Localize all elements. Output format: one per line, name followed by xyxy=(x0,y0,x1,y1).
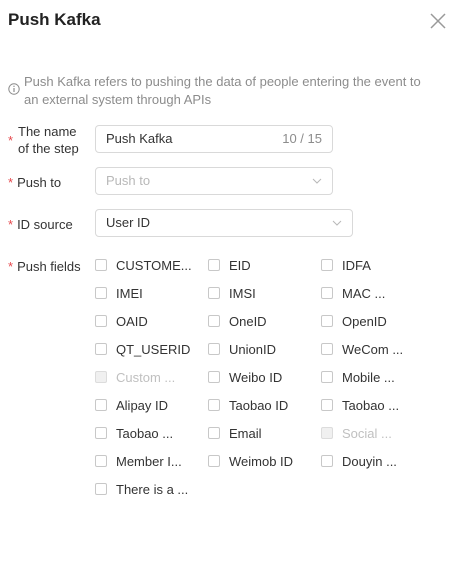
chevron-down-icon xyxy=(332,220,342,226)
checkbox-label: EID xyxy=(229,258,251,273)
id-source-select[interactable]: User ID xyxy=(95,209,353,237)
checkbox-label: OAID xyxy=(116,314,148,329)
checkbox-box[interactable] xyxy=(95,315,107,327)
checkbox-box[interactable] xyxy=(321,371,333,383)
close-icon[interactable] xyxy=(427,10,449,32)
checkbox-box[interactable] xyxy=(208,399,220,411)
checkbox-box[interactable] xyxy=(95,287,107,299)
info-text: Push Kafka refers to pushing the data of… xyxy=(24,74,421,107)
checkbox-box[interactable] xyxy=(321,315,333,327)
checkbox-box[interactable] xyxy=(321,287,333,299)
push-to-placeholder: Push to xyxy=(106,173,151,188)
required-marker: * xyxy=(8,217,14,232)
checkbox-label: Taobao ... xyxy=(342,398,400,413)
checkbox-box[interactable] xyxy=(208,259,220,271)
push-to-label-text: Push to xyxy=(17,175,62,190)
checkbox-box[interactable] xyxy=(321,343,333,355)
checkbox-label: UnionID xyxy=(229,342,276,357)
chevron-down-icon xyxy=(312,178,322,184)
checkbox-box[interactable] xyxy=(321,455,333,467)
checkbox-label: Weibo ID xyxy=(229,370,283,385)
push-to-label: * Push to xyxy=(8,174,61,191)
checkbox-label: Social ... xyxy=(342,426,392,441)
checkbox-box[interactable] xyxy=(208,455,220,467)
checkbox-label: QT_USERID xyxy=(116,342,191,357)
checkbox-box[interactable] xyxy=(208,343,220,355)
checkbox-label: Alipay ID xyxy=(116,398,169,413)
checkbox-box xyxy=(95,371,107,383)
step-name-input[interactable]: Push Kafka 10 / 15 xyxy=(95,125,333,153)
checkbox-box[interactable] xyxy=(321,399,333,411)
checkbox-box[interactable] xyxy=(208,427,220,439)
checkbox-box[interactable] xyxy=(95,483,107,495)
checkbox-box[interactable] xyxy=(95,455,107,467)
checkbox-label: IMSI xyxy=(229,286,256,301)
checkbox-label: IMEI xyxy=(116,286,143,301)
id-source-value: User ID xyxy=(106,215,151,230)
checkbox-label: IDFA xyxy=(342,258,371,273)
push-fields-label-text: Push fields xyxy=(17,259,81,274)
checkbox-box xyxy=(321,427,333,439)
push-to-select[interactable]: Push to xyxy=(95,167,333,195)
checkbox-box[interactable] xyxy=(95,343,107,355)
checkbox-box[interactable] xyxy=(95,427,107,439)
checkbox-box[interactable] xyxy=(321,259,333,271)
required-marker: * xyxy=(8,259,14,274)
dialog-title: Push Kafka xyxy=(8,10,101,29)
step-name-value: Push Kafka xyxy=(106,131,173,146)
checkbox-label: Douyin ... xyxy=(342,454,397,469)
required-marker: * xyxy=(8,175,14,190)
checkbox-box[interactable] xyxy=(95,259,107,271)
checkbox-box[interactable] xyxy=(208,315,220,327)
id-source-label: * ID source xyxy=(8,216,73,233)
checkbox-label: OpenID xyxy=(342,314,387,329)
checkbox-label: Email xyxy=(229,426,262,441)
checkbox-label: Mobile ... xyxy=(342,370,395,385)
checkbox-label: Weimob ID xyxy=(229,454,294,469)
id-source-label-text: ID source xyxy=(17,217,73,232)
checkbox-box[interactable] xyxy=(95,399,107,411)
step-name-label-line2: of the step xyxy=(18,141,79,156)
checkbox-label: CUSTOME... xyxy=(116,258,192,273)
checkbox-label: Custom ... xyxy=(116,370,176,385)
info-message: Push Kafka refers to pushing the data of… xyxy=(8,73,438,109)
push-fields-label: * Push fields xyxy=(8,258,81,275)
checkbox-label: Taobao ID xyxy=(229,398,289,413)
step-name-label: * The name of the step xyxy=(8,123,79,157)
info-icon xyxy=(8,83,20,95)
char-counter: 10 / 15 xyxy=(282,131,322,146)
checkbox-box[interactable] xyxy=(208,371,220,383)
required-marker: * xyxy=(8,133,14,148)
checkbox-label: Member I... xyxy=(116,454,182,469)
checkbox-label: Taobao ... xyxy=(116,426,174,441)
checkbox-label: WeCom ... xyxy=(342,342,404,357)
checkbox-label: OneID xyxy=(229,314,267,329)
step-name-label-line1: The name xyxy=(18,124,77,139)
checkbox-label: There is a ... xyxy=(116,482,189,497)
checkbox-box[interactable] xyxy=(208,287,220,299)
checkbox-label: MAC ... xyxy=(342,286,386,301)
